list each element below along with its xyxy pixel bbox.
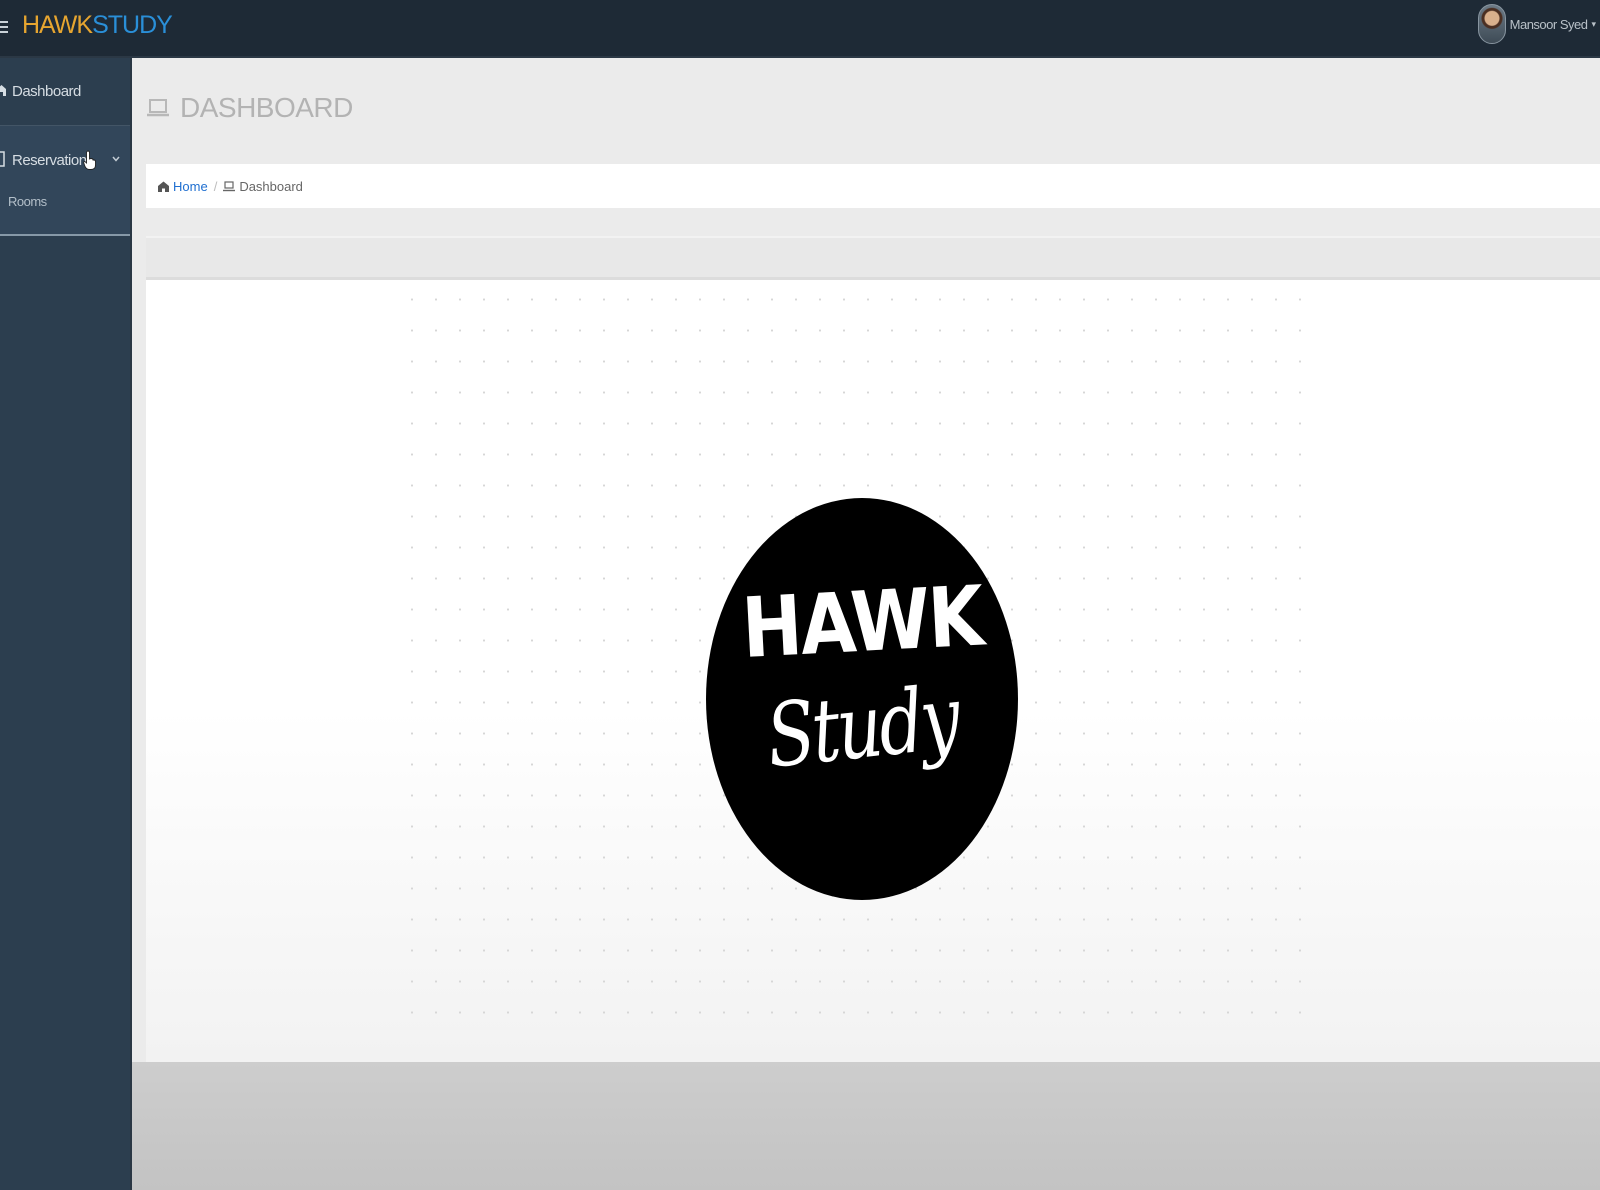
sidebar-item-label: Reservation — [12, 151, 87, 169]
breadcrumb-separator: / — [213, 178, 218, 194]
breadcrumb-current-label: Dashboard — [239, 178, 303, 194]
sidebar-item-label: Dashboard — [12, 83, 81, 100]
sidebar-item-dashboard[interactable]: Dashboard — [0, 58, 130, 126]
sidebar-subitem-label: Rooms — [8, 194, 47, 209]
avatar — [1477, 4, 1506, 44]
logo-text-hawk: HAWK — [739, 567, 985, 677]
home-icon — [158, 181, 169, 192]
hamburger-icon[interactable] — [0, 14, 14, 40]
caret-down-icon: ▾ — [1591, 18, 1596, 29]
panel-heading — [146, 236, 1600, 280]
sidebar: Dashboard Reservation Rooms — [0, 58, 132, 1190]
breadcrumb-home-label: Home — [173, 178, 208, 194]
chevron-down-icon — [112, 154, 120, 165]
laptop-icon — [223, 180, 236, 191]
logo-text-study: Study — [761, 666, 963, 788]
sidebar-item-reservation[interactable]: Reservation — [0, 126, 130, 194]
breadcrumb-home-link[interactable]: Home — [158, 179, 208, 194]
breadcrumb: Home / Dashboard — [146, 164, 1600, 208]
panel-body: HAWK Study — [146, 280, 1600, 1062]
hawk-study-logo: HAWK Study — [706, 498, 1018, 900]
laptop-icon — [147, 99, 169, 117]
book-icon — [0, 150, 10, 170]
sidebar-subitem-rooms[interactable]: Rooms — [0, 194, 130, 236]
user-name: Mansoor Syed — [1509, 16, 1588, 32]
breadcrumb-current: Dashboard — [223, 179, 303, 194]
main-content: DASHBOARD Home / Dashboard HAWK Study — [132, 58, 1600, 1190]
footer — [132, 1062, 1600, 1190]
hand-cursor-icon — [83, 150, 96, 170]
page-header: DASHBOARD — [146, 92, 353, 124]
page-title: DASHBOARD — [180, 92, 353, 123]
brand-part-2: STUDY — [92, 11, 173, 39]
brand-part-1: HAWK — [22, 11, 93, 39]
top-navbar: HAWKSTUDY Mansoor Syed ▾ — [0, 0, 1600, 58]
brand-logo[interactable]: HAWKSTUDY — [22, 10, 173, 40]
home-icon — [0, 84, 10, 99]
user-menu[interactable]: Mansoor Syed ▾ — [1477, 2, 1600, 46]
